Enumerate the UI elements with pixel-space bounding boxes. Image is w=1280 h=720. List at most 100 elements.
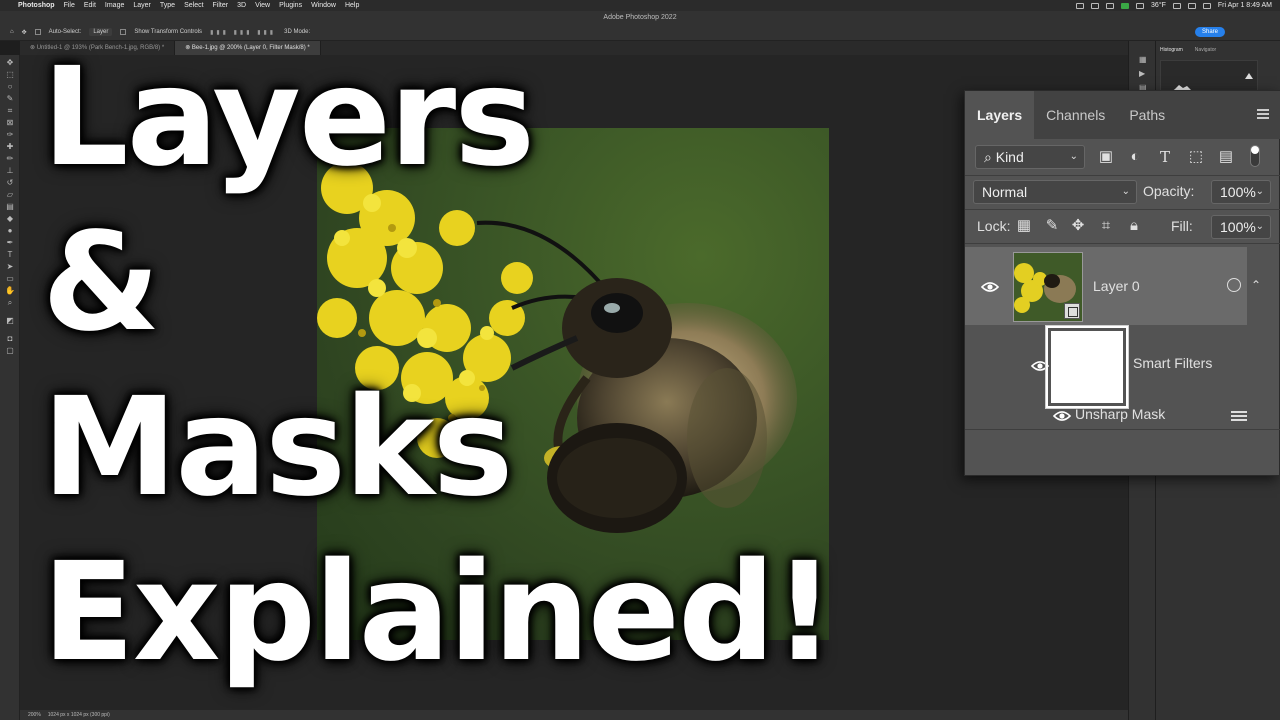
home-icon[interactable]: ⌂ (10, 29, 14, 35)
path-select-tool-icon[interactable]: ➤ (5, 263, 15, 271)
unsharp-mask-eye-icon[interactable] (1053, 410, 1071, 422)
menu-filter[interactable]: Filter (213, 2, 229, 9)
marquee-tool-icon[interactable]: ⬚ (5, 71, 15, 79)
frame-tool-icon[interactable]: ⊠ (5, 119, 15, 127)
share-button[interactable]: Share (1194, 27, 1225, 37)
menu-help[interactable]: Help (345, 2, 359, 9)
window-title: Adobe Photoshop 2022 (603, 14, 677, 21)
stamp-tool-icon[interactable]: ⊥ (5, 167, 15, 175)
layer-row-layer-0[interactable]: Layer 0 (965, 247, 1247, 325)
wifi-icon[interactable] (1187, 2, 1196, 9)
filter-name[interactable]: Unsharp Mask (1075, 404, 1165, 424)
dodge-tool-icon[interactable]: ● (5, 227, 15, 235)
shape-filter-icon[interactable]: ⬚ (1187, 148, 1205, 166)
panel-arrange-icon[interactable]: ▦ (1139, 55, 1147, 64)
filter-mask-thumbnail[interactable] (1046, 326, 1128, 408)
menubar-datetime[interactable]: Fri Apr 1 8:49 AM (1218, 2, 1272, 9)
auto-select-checkbox[interactable] (34, 29, 41, 35)
document-info[interactable]: 1024 px x 1024 px (300 ppi) (48, 712, 110, 718)
title-line-ampersand: & (42, 204, 161, 362)
auto-select-dropdown[interactable]: Layer (89, 28, 113, 36)
screen-mode-icon[interactable]: ▢ (5, 347, 15, 355)
menu-plugins[interactable]: Plugins (279, 2, 302, 9)
fill-value: 100% (1220, 219, 1256, 235)
blur-tool-icon[interactable]: ◆ (5, 215, 15, 223)
lock-all-icon[interactable]: 🔒︎ (1125, 217, 1143, 235)
filter-blending-options-icon[interactable] (1231, 411, 1247, 421)
menu-image[interactable]: Image (105, 2, 124, 9)
healing-tool-icon[interactable]: ✚ (5, 143, 15, 151)
fill-field[interactable]: 100% ⌄ (1211, 215, 1271, 239)
smart-filters-link-icon[interactable] (1227, 278, 1241, 292)
3d-mode-label: 3D Mode: (284, 29, 311, 35)
menu-edit[interactable]: Edit (84, 2, 96, 9)
eraser-tool-icon[interactable]: ▱ (5, 191, 15, 199)
gradient-tool-icon[interactable]: ▤ (5, 203, 15, 211)
tab-paths[interactable]: Paths (1117, 91, 1177, 139)
menu-3d[interactable]: 3D (237, 2, 246, 9)
search-icon[interactable] (1202, 2, 1211, 9)
sync-icon[interactable] (1091, 2, 1100, 9)
blend-mode-dropdown[interactable]: Normal ⌄ (973, 180, 1137, 204)
tab-navigator[interactable]: Navigator (1195, 47, 1216, 53)
menu-window[interactable]: Window (311, 2, 336, 9)
quick-select-tool-icon[interactable]: ✎ (5, 95, 15, 103)
histogram-panel-tabs: Histogram Navigator (1155, 47, 1216, 53)
type-filter-icon[interactable]: T (1156, 148, 1174, 166)
menu-file[interactable]: File (64, 2, 75, 9)
tools-panel: ✥ ⬚ ○ ✎ ⌗ ⊠ ✑ ✚ ✏ ⊥ ↺ ▱ ▤ ◆ ● ✒ T ➤ ▭ ✋ … (0, 55, 20, 720)
quick-mask-icon[interactable]: ◘ (5, 335, 15, 343)
search-icon: ⌕ (984, 149, 992, 165)
lasso-tool-icon[interactable]: ○ (5, 83, 15, 91)
pixel-filter-icon[interactable]: ▣ (1097, 148, 1115, 166)
play-icon[interactable]: ▶ (1139, 69, 1145, 78)
brush-tool-icon[interactable]: ✏ (5, 155, 15, 163)
history-brush-tool-icon[interactable]: ↺ (5, 179, 15, 187)
filter-toggle[interactable] (1250, 145, 1260, 167)
lock-position-icon[interactable]: ✥ (1069, 217, 1087, 235)
adjustment-filter-icon[interactable]: ◐ (1126, 148, 1144, 166)
status-app-icon[interactable] (1121, 2, 1130, 9)
screen-icon[interactable] (1076, 2, 1085, 9)
opacity-field[interactable]: 100% ⌄ (1211, 180, 1271, 204)
pen-tool-icon[interactable]: ✒ (5, 239, 15, 247)
menu-select[interactable]: Select (184, 2, 203, 9)
smart-object-filter-icon[interactable]: ▤ (1217, 148, 1235, 166)
menu-app-name[interactable]: Photoshop (18, 2, 55, 9)
color-swatches-icon[interactable]: ◩ (5, 317, 15, 325)
eyedropper-tool-icon[interactable]: ✑ (5, 131, 15, 139)
shape-tool-icon[interactable]: ▭ (5, 275, 15, 283)
app-title-bar: Adobe Photoshop 2022 (0, 11, 1280, 24)
lock-image-icon[interactable]: ✎ (1043, 217, 1061, 235)
layer-name[interactable]: Layer 0 (1093, 276, 1140, 296)
zoom-level[interactable]: 200% (28, 712, 41, 718)
type-tool-icon[interactable]: T (5, 251, 15, 259)
move-tool-icon[interactable]: ✥ (5, 59, 15, 67)
move-tool-icon[interactable]: ✥ (22, 29, 27, 36)
speaker-icon[interactable] (1136, 2, 1145, 9)
bluetooth-icon[interactable] (1172, 2, 1181, 9)
menu-layer[interactable]: Layer (133, 2, 151, 9)
zoom-tool-icon[interactable]: ⌕ (5, 299, 15, 307)
title-line-masks: Masks (42, 369, 513, 527)
layer-thumbnail[interactable] (1013, 252, 1083, 322)
tab-histogram[interactable]: Histogram (1160, 47, 1183, 53)
tab-layers[interactable]: Layers (965, 91, 1035, 139)
collapse-caret-icon[interactable]: ⌃ (1251, 278, 1261, 292)
lock-artboard-icon[interactable]: ⌗ (1097, 217, 1115, 235)
visibility-eye-icon[interactable] (981, 281, 999, 293)
crop-tool-icon[interactable]: ⌗ (5, 107, 15, 115)
weather-temp[interactable]: 36°F (1151, 2, 1166, 9)
lock-transparent-icon[interactable]: ▦ (1015, 217, 1033, 235)
opacity-value: 100% (1220, 184, 1256, 200)
menu-view[interactable]: View (255, 2, 270, 9)
hand-tool-icon[interactable]: ✋ (5, 287, 15, 295)
tab-channels[interactable]: Channels (1034, 91, 1117, 139)
dropbox-icon[interactable] (1106, 2, 1115, 9)
show-transform-checkbox[interactable] (120, 29, 127, 35)
align-buttons[interactable]: ▮▮▮ ▮▮▮ ▮▮▮ (210, 29, 276, 36)
filter-kind-dropdown[interactable]: ⌕ Kind ⌄ (975, 145, 1085, 169)
menu-type[interactable]: Type (160, 2, 175, 9)
smart-filters-label[interactable]: Smart Filters (1133, 353, 1212, 373)
panel-menu-icon[interactable] (1257, 109, 1269, 119)
